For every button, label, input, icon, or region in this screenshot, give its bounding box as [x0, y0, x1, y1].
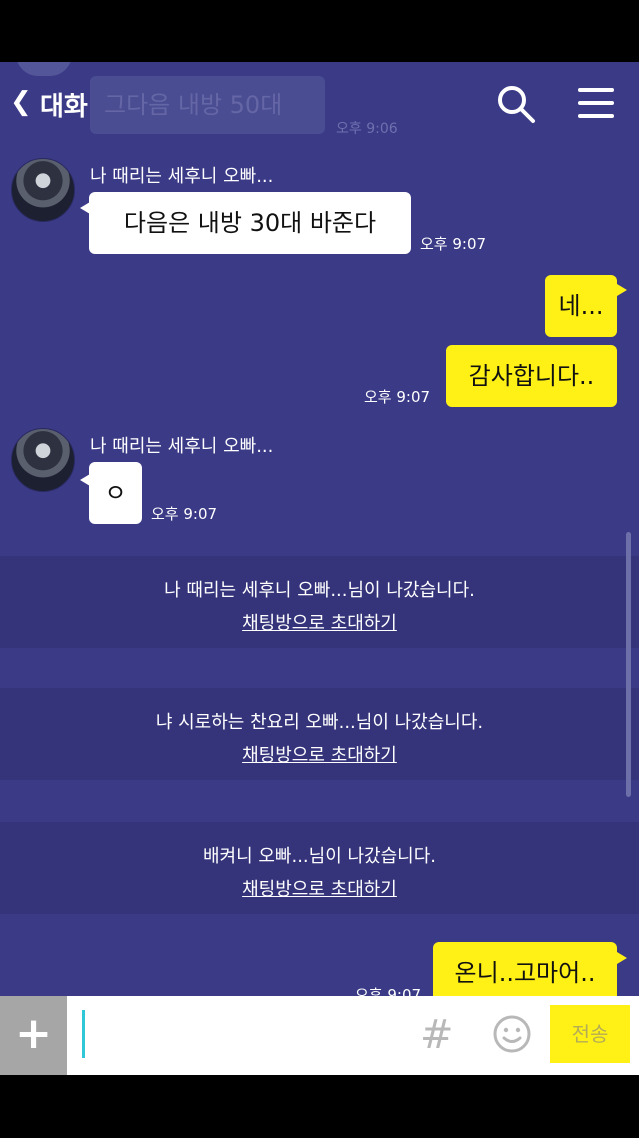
chat-screen: 그다음 내방 50대 오후 9:06 ❮ 대화 나 때리는 세후니 오빠... … — [0, 62, 639, 1075]
text-cursor — [82, 1010, 85, 1058]
message-bubble[interactable]: ㅇ — [89, 462, 142, 524]
invite-link[interactable]: 채팅방으로 초대하기 — [0, 741, 639, 767]
invite-link[interactable]: 채팅방으로 초대하기 — [0, 875, 639, 901]
sender-name: 나 때리는 세후니 오빠... — [90, 436, 274, 457]
avatar[interactable] — [11, 158, 75, 222]
system-notice-text: 나 때리는 세후니 오빠...님이 나갔습니다. — [164, 580, 475, 601]
bubble-tail — [617, 952, 627, 964]
back-icon[interactable]: ❮ — [10, 88, 32, 116]
system-notice-text: 배켜니 오빠...님이 나갔습니다. — [202, 846, 437, 867]
menu-icon[interactable] — [578, 88, 614, 118]
chat-header: ❮ 대화 — [0, 62, 639, 142]
page-title: 대화 — [40, 92, 88, 122]
invite-link-label[interactable]: 채팅방으로 초대하기 — [242, 879, 397, 900]
send-button[interactable]: 전송 — [550, 1005, 630, 1063]
scrollbar[interactable] — [626, 532, 631, 797]
message-time: 오후 9:07 — [420, 235, 487, 253]
message-time: 오후 9:07 — [151, 505, 218, 523]
bubble-tail — [617, 284, 627, 296]
message-bubble[interactable]: 감사합니다.. — [446, 345, 617, 407]
message-input[interactable] — [90, 1008, 414, 1064]
invite-link-label[interactable]: 채팅방으로 초대하기 — [242, 613, 397, 634]
system-notice-text: 냐 시로하는 찬요리 오빠...님이 나갔습니다. — [155, 712, 484, 733]
search-icon[interactable] — [496, 84, 536, 124]
invite-link-label[interactable]: 채팅방으로 초대하기 — [242, 745, 397, 766]
hash-icon[interactable]: # — [420, 1012, 454, 1058]
message-bubble[interactable]: 다음은 내방 30대 바준다 — [89, 192, 411, 254]
message-time: 오후 9:07 — [364, 388, 431, 406]
plus-button[interactable]: + — [0, 996, 67, 1075]
avatar[interactable] — [11, 428, 75, 492]
message-bubble[interactable]: 네... — [545, 275, 617, 337]
sender-name: 나 때리는 세후니 오빠... — [90, 166, 274, 187]
invite-link[interactable]: 채팅방으로 초대하기 — [0, 609, 639, 635]
message-bubble[interactable]: 온니..고마어.. — [433, 942, 617, 1004]
message-input-bar: + # 전송 — [0, 996, 639, 1075]
emoji-icon[interactable] — [492, 1014, 532, 1054]
system-nav-area — [0, 1075, 639, 1138]
